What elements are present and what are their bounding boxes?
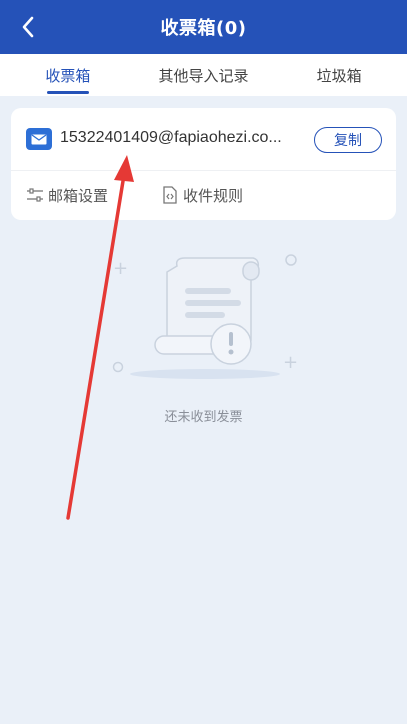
email-row: 15322401409@fapiaohezi.co... 复制 [11,108,396,171]
copy-button[interactable]: 复制 [314,127,382,153]
empty-state-text: 还未收到发票 [164,410,243,425]
tab-inbox-label: 收票箱 [45,66,91,85]
receive-rules-button[interactable]: 收件规则 [161,185,243,205]
tab-other-imports-label: 其他导入记录 [158,66,249,85]
mail-icon [26,128,52,150]
mail-settings-label: 邮箱设置 [48,186,109,205]
mailbox-address: 15322401409@fapiaohezi.co... [60,129,282,146]
tab-bar: 收票箱 其他导入记录 垃圾箱 [0,54,407,96]
page-title: 收票箱(0) [160,18,247,39]
receive-rules-label: 收件规则 [183,186,244,205]
mail-settings-button[interactable]: 邮箱设置 [26,185,108,205]
mailbox-card: 15322401409@fapiaohezi.co... 复制 邮箱设置 收件规… [11,108,396,220]
svg-text:+: + [113,258,128,279]
back-arrow-icon [22,16,34,38]
sliders-icon [26,186,44,204]
tab-inbox[interactable]: 收票箱 [0,54,136,96]
empty-receipt-icon: + + [112,254,298,379]
tab-trash[interactable]: 垃圾箱 [271,54,407,96]
back-button[interactable] [14,13,42,41]
app-header: 收票箱(0) [0,0,407,54]
tab-trash-label: 垃圾箱 [316,66,362,85]
svg-text:+: + [283,352,298,373]
settings-row: 邮箱设置 收件规则 [11,171,396,220]
tab-other-imports[interactable]: 其他导入记录 [136,54,272,96]
code-file-icon [161,186,179,204]
